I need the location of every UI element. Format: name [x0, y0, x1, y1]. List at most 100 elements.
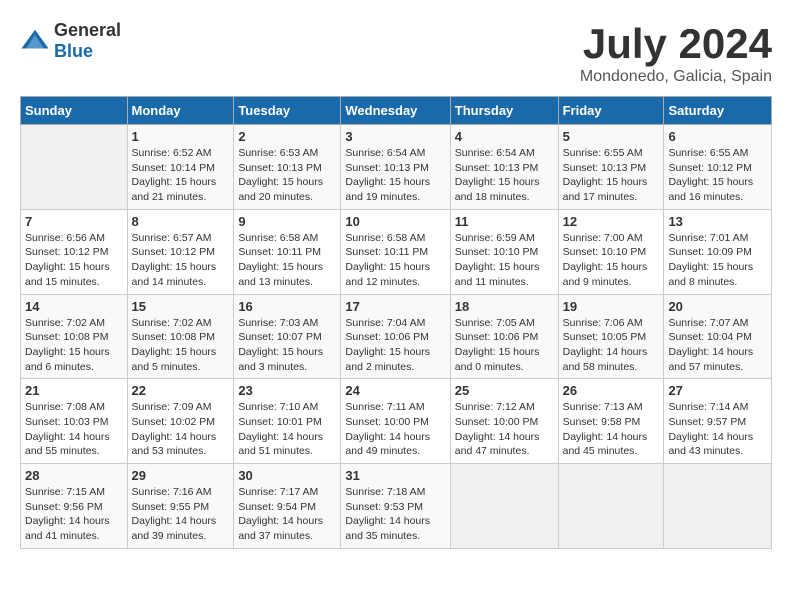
day-number: 5 [563, 129, 660, 144]
day-info: Sunrise: 7:09 AM Sunset: 10:02 PM Daylig… [132, 400, 230, 459]
day-cell: 29Sunrise: 7:16 AM Sunset: 9:55 PM Dayli… [127, 464, 234, 549]
day-cell: 20 Sunrise: 7:07 AM Sunset: 10:04 PM Dayl… [664, 294, 772, 379]
day-number: 17 [345, 299, 445, 314]
day-cell: 17 Sunrise: 7:04 AM Sunset: 10:06 PM Dayl… [341, 294, 450, 379]
header-thursday: Thursday [450, 97, 558, 125]
page: General Blue July 2024 Mondonedo, Galici… [0, 0, 792, 569]
day-number: 20 [668, 299, 767, 314]
day-info: Sunrise: 6:58 AM Sunset: 10:11 PM Daylig… [345, 231, 445, 290]
day-info: Sunrise: 7:02 AM Sunset: 10:08 PM Daylig… [25, 316, 123, 375]
header-wednesday: Wednesday [341, 97, 450, 125]
day-cell: 24 Sunrise: 7:11 AM Sunset: 10:00 PM Dayl… [341, 379, 450, 464]
day-cell: 5 Sunrise: 6:55 AM Sunset: 10:13 PM Dayli… [558, 125, 664, 210]
day-number: 15 [132, 299, 230, 314]
day-info: Sunrise: 7:11 AM Sunset: 10:00 PM Daylig… [345, 400, 445, 459]
header-friday: Friday [558, 97, 664, 125]
day-number: 7 [25, 214, 123, 229]
day-cell: 10 Sunrise: 6:58 AM Sunset: 10:11 PM Dayl… [341, 209, 450, 294]
day-number: 25 [455, 383, 554, 398]
day-cell: 6Sunrise: 6:55 AM Sunset: 10:12 PM Dayli… [664, 125, 772, 210]
day-cell: 4 Sunrise: 6:54 AM Sunset: 10:13 PM Dayli… [450, 125, 558, 210]
day-cell: 11 Sunrise: 6:59 AM Sunset: 10:10 PM Dayl… [450, 209, 558, 294]
day-cell: 26 Sunrise: 7:13 AM Sunset: 9:58 PM Dayli… [558, 379, 664, 464]
day-cell: 14 Sunrise: 7:02 AM Sunset: 10:08 PM Dayl… [21, 294, 128, 379]
day-info: Sunrise: 7:04 AM Sunset: 10:06 PM Daylig… [345, 316, 445, 375]
day-info: Sunrise: 6:55 AM Sunset: 10:13 PM Daylig… [563, 146, 660, 205]
day-number: 10 [345, 214, 445, 229]
day-number: 23 [238, 383, 336, 398]
day-number: 24 [345, 383, 445, 398]
day-cell: 2Sunrise: 6:53 AM Sunset: 10:13 PM Dayli… [234, 125, 341, 210]
day-info: Sunrise: 7:03 AM Sunset: 10:07 PM Daylig… [238, 316, 336, 375]
day-info: Sunrise: 7:08 AM Sunset: 10:03 PM Daylig… [25, 400, 123, 459]
day-number: 1 [132, 129, 230, 144]
day-info: Sunrise: 6:54 AM Sunset: 10:13 PM Daylig… [455, 146, 554, 205]
day-cell: 16 Sunrise: 7:03 AM Sunset: 10:07 PM Dayl… [234, 294, 341, 379]
day-number: 2 [238, 129, 336, 144]
logo-general-text: General [54, 20, 121, 41]
day-cell [664, 464, 772, 549]
day-number: 27 [668, 383, 767, 398]
day-number: 13 [668, 214, 767, 229]
day-cell: 25Sunrise: 7:12 AM Sunset: 10:00 PM Dayl… [450, 379, 558, 464]
day-cell: 13 Sunrise: 7:01 AM Sunset: 10:09 PM Dayl… [664, 209, 772, 294]
day-number: 26 [563, 383, 660, 398]
week-row-2: 14 Sunrise: 7:02 AM Sunset: 10:08 PM Dayl… [21, 294, 772, 379]
calendar-header: SundayMondayTuesdayWednesdayThursdayFrid… [21, 97, 772, 125]
week-row-4: 28 Sunrise: 7:15 AM Sunset: 9:56 PM Dayli… [21, 464, 772, 549]
day-info: Sunrise: 6:54 AM Sunset: 10:13 PM Daylig… [345, 146, 445, 205]
logo-blue-text: Blue [54, 41, 121, 62]
header-row: SundayMondayTuesdayWednesdayThursdayFrid… [21, 97, 772, 125]
day-number: 31 [345, 468, 445, 483]
calendar-body: 1Sunrise: 6:52 AM Sunset: 10:14 PM Dayli… [21, 125, 772, 549]
day-cell: 21 Sunrise: 7:08 AM Sunset: 10:03 PM Dayl… [21, 379, 128, 464]
day-number: 16 [238, 299, 336, 314]
day-info: Sunrise: 7:05 AM Sunset: 10:06 PM Daylig… [455, 316, 554, 375]
header-sunday: Sunday [21, 97, 128, 125]
day-cell: 9 Sunrise: 6:58 AM Sunset: 10:11 PM Dayli… [234, 209, 341, 294]
day-info: Sunrise: 7:00 AM Sunset: 10:10 PM Daylig… [563, 231, 660, 290]
day-info: Sunrise: 7:02 AM Sunset: 10:08 PM Daylig… [132, 316, 230, 375]
day-number: 22 [132, 383, 230, 398]
day-info: Sunrise: 7:17 AM Sunset: 9:54 PM Dayligh… [238, 485, 336, 544]
day-info: Sunrise: 7:06 AM Sunset: 10:05 PM Daylig… [563, 316, 660, 375]
day-cell: 8 Sunrise: 6:57 AM Sunset: 10:12 PM Dayli… [127, 209, 234, 294]
day-info: Sunrise: 6:56 AM Sunset: 10:12 PM Daylig… [25, 231, 123, 290]
day-cell [558, 464, 664, 549]
day-info: Sunrise: 6:57 AM Sunset: 10:12 PM Daylig… [132, 231, 230, 290]
day-info: Sunrise: 7:18 AM Sunset: 9:53 PM Dayligh… [345, 485, 445, 544]
day-number: 14 [25, 299, 123, 314]
day-info: Sunrise: 7:15 AM Sunset: 9:56 PM Dayligh… [25, 485, 123, 544]
day-number: 9 [238, 214, 336, 229]
day-info: Sunrise: 7:13 AM Sunset: 9:58 PM Dayligh… [563, 400, 660, 459]
header: General Blue July 2024 Mondonedo, Galici… [20, 20, 772, 86]
day-info: Sunrise: 7:07 AM Sunset: 10:04 PM Daylig… [668, 316, 767, 375]
day-cell [450, 464, 558, 549]
day-number: 8 [132, 214, 230, 229]
week-row-3: 21 Sunrise: 7:08 AM Sunset: 10:03 PM Dayl… [21, 379, 772, 464]
day-cell: 30 Sunrise: 7:17 AM Sunset: 9:54 PM Dayli… [234, 464, 341, 549]
day-number: 11 [455, 214, 554, 229]
day-cell: 31 Sunrise: 7:18 AM Sunset: 9:53 PM Dayli… [341, 464, 450, 549]
calendar-table: SundayMondayTuesdayWednesdayThursdayFrid… [20, 96, 772, 549]
logo-text: General Blue [54, 20, 121, 62]
day-info: Sunrise: 7:01 AM Sunset: 10:09 PM Daylig… [668, 231, 767, 290]
day-number: 30 [238, 468, 336, 483]
week-row-1: 7 Sunrise: 6:56 AM Sunset: 10:12 PM Dayli… [21, 209, 772, 294]
day-cell [21, 125, 128, 210]
day-number: 4 [455, 129, 554, 144]
day-info: Sunrise: 6:58 AM Sunset: 10:11 PM Daylig… [238, 231, 336, 290]
day-number: 28 [25, 468, 123, 483]
day-number: 6 [668, 129, 767, 144]
day-cell: 7 Sunrise: 6:56 AM Sunset: 10:12 PM Dayli… [21, 209, 128, 294]
day-cell: 19Sunrise: 7:06 AM Sunset: 10:05 PM Dayl… [558, 294, 664, 379]
day-number: 3 [345, 129, 445, 144]
week-row-0: 1Sunrise: 6:52 AM Sunset: 10:14 PM Dayli… [21, 125, 772, 210]
day-cell: 12Sunrise: 7:00 AM Sunset: 10:10 PM Dayl… [558, 209, 664, 294]
day-cell: 3 Sunrise: 6:54 AM Sunset: 10:13 PM Dayli… [341, 125, 450, 210]
day-info: Sunrise: 7:14 AM Sunset: 9:57 PM Dayligh… [668, 400, 767, 459]
day-number: 21 [25, 383, 123, 398]
day-info: Sunrise: 6:59 AM Sunset: 10:10 PM Daylig… [455, 231, 554, 290]
day-cell: 18Sunrise: 7:05 AM Sunset: 10:06 PM Dayl… [450, 294, 558, 379]
day-info: Sunrise: 7:10 AM Sunset: 10:01 PM Daylig… [238, 400, 336, 459]
